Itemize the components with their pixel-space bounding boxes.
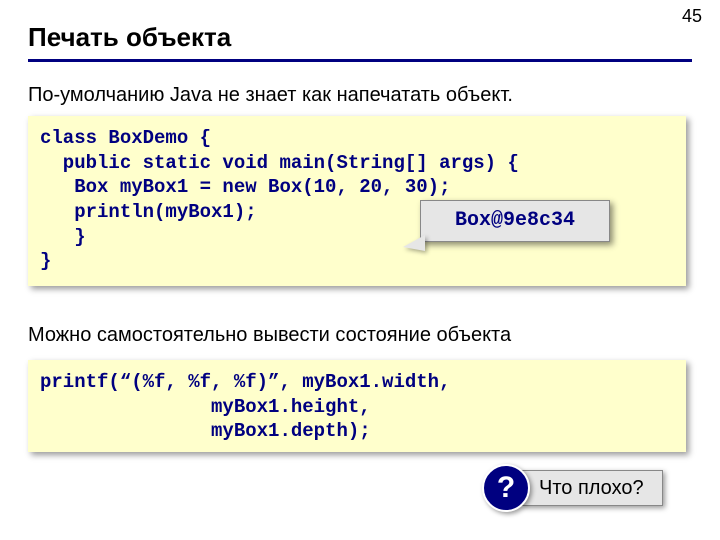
question-mark-icon: ? bbox=[482, 464, 530, 512]
slide: 45 Печать объекта По-умолчанию Java не з… bbox=[0, 0, 720, 540]
subtitle-1: По-умолчанию Java не знает как напечатат… bbox=[28, 84, 513, 107]
slide-title: Печать объекта bbox=[28, 22, 692, 62]
subtitle-2: Можно самостоятельно вывести состояние о… bbox=[28, 324, 511, 347]
code-text-2: printf(“(%f, %f, %f)”, myBox1.width, myB… bbox=[40, 370, 674, 444]
question-text: Что плохо? bbox=[522, 470, 663, 506]
code-block-2: printf(“(%f, %f, %f)”, myBox1.width, myB… bbox=[28, 360, 686, 452]
question-row: ? Что плохо? bbox=[482, 466, 663, 510]
output-callout: Box@9e8c34 bbox=[420, 200, 610, 242]
